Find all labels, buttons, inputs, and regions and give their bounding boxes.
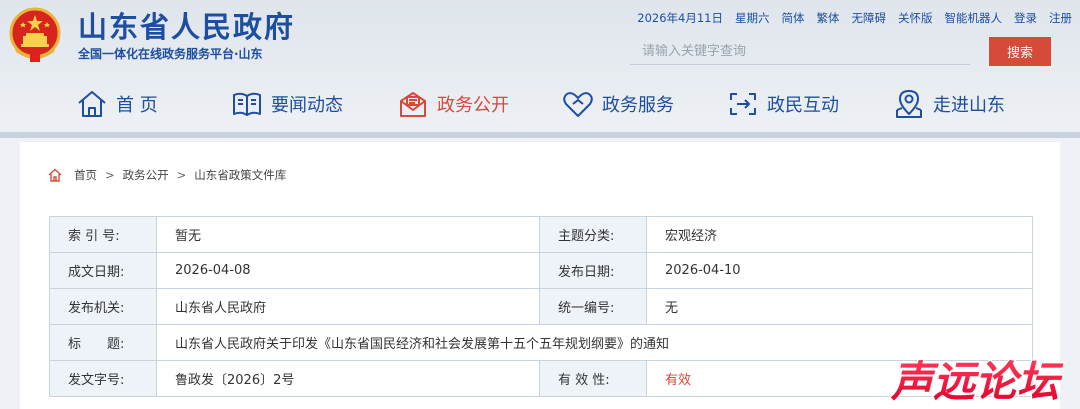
nav-label-news: 要闻动态: [271, 95, 343, 116]
topic-category-value: 宏观经济: [646, 216, 1033, 253]
interact-icon: [730, 93, 756, 115]
heart-icon: [563, 92, 593, 117]
unified-number-label: 统一编号:: [539, 288, 647, 325]
national-emblem-icon[interactable]: [8, 6, 62, 64]
nav-label-services: 政务服务: [602, 95, 674, 116]
nav-item-services[interactable]: 政务服务: [562, 88, 674, 120]
nav-item-home[interactable]: 首 页: [76, 88, 158, 120]
nav-label-about: 走进山东: [933, 95, 1005, 116]
table-row: 索 引 号: 暂无 主题分类: 宏观经济: [49, 216, 1033, 253]
robot-link[interactable]: 智能机器人: [945, 10, 1003, 26]
breadcrumb-separator: >: [105, 168, 115, 182]
login-link[interactable]: 登录: [1014, 10, 1037, 26]
written-date-value: 2026-04-08: [156, 252, 540, 289]
nav-label-interaction: 政民互动: [767, 95, 839, 116]
simplified-link[interactable]: 简体: [782, 10, 805, 26]
nav-item-interaction[interactable]: 政民互动: [727, 88, 839, 120]
issuing-agency-value: 山东省人民政府: [156, 288, 540, 325]
index-number-label: 索 引 号:: [49, 216, 157, 253]
nav-item-about[interactable]: 走进山东: [893, 88, 1005, 120]
publish-date-label: 发布日期:: [539, 252, 647, 289]
main-nav: 首 页 要闻动态 政务公开 政务服务 政民互动 走进山东: [0, 80, 1080, 130]
date-text: 2026年4月11日: [637, 11, 723, 25]
search-input[interactable]: [630, 38, 970, 65]
nav-label-home: 首 页: [116, 95, 158, 116]
written-date-label: 成文日期:: [49, 252, 157, 289]
title-label: 标 题:: [49, 324, 157, 361]
watermark-text: 声远论坛: [890, 357, 1064, 406]
nav-item-gov-affairs[interactable]: 政务公开: [397, 88, 509, 120]
breadcrumb-policy-library[interactable]: 山东省政策文件库: [194, 167, 286, 183]
unified-number-value: 无: [646, 288, 1033, 325]
home-icon: [78, 91, 106, 117]
traditional-link[interactable]: 繁体: [817, 10, 840, 26]
issuing-agency-label: 发布机关:: [49, 288, 157, 325]
site-subtitle: 全国一体化在线政务服务平台·山东: [78, 47, 263, 61]
breadcrumb-separator: >: [176, 168, 187, 182]
accessibility-link[interactable]: 无障碍: [852, 10, 887, 26]
weekday-text: 星期六: [735, 11, 770, 25]
care-mode-link[interactable]: 关怀版: [898, 10, 933, 26]
site-title[interactable]: 山东省人民政府: [78, 4, 295, 46]
table-row: 发布机关: 山东省人民政府 统一编号: 无: [49, 288, 1033, 325]
site-header: 山东省人民政府 全国一体化在线政务服务平台·山东 2026年4月11日 星期六 …: [0, 0, 1080, 138]
topic-category-label: 主题分类:: [539, 216, 647, 253]
breadcrumb-gov-affairs[interactable]: 政务公开: [123, 167, 169, 183]
breadcrumb-home-icon[interactable]: [48, 168, 62, 182]
document-number-value: 鲁政发〔2026〕2号: [156, 360, 540, 397]
search-button[interactable]: 搜索: [989, 37, 1051, 66]
document-number-label: 发文字号:: [49, 360, 157, 397]
breadcrumb: 首页 > 政务公开 > 山东省政策文件库: [48, 167, 286, 183]
topbar: 2026年4月11日 星期六 简体 繁体 无障碍 关怀版 智能机器人 登录 注册: [637, 10, 1072, 26]
register-link[interactable]: 注册: [1049, 10, 1072, 26]
watermark-icon: 声远论坛: [889, 356, 1066, 408]
breadcrumb-home[interactable]: 首页: [74, 167, 97, 183]
index-number-value: 暂无: [156, 216, 540, 253]
publish-date-value: 2026-04-10: [646, 252, 1033, 289]
location-icon: [896, 90, 922, 118]
watermark-logo: 声远论坛: [872, 356, 1078, 408]
nav-item-news[interactable]: 要闻动态: [231, 88, 343, 120]
validity-label: 有 效 性:: [539, 360, 647, 397]
book-icon: [233, 92, 261, 116]
mail-icon: [400, 92, 426, 117]
table-row: 成文日期: 2026-04-08 发布日期: 2026-04-10: [49, 252, 1033, 289]
nav-label-gov-affairs: 政务公开: [437, 95, 509, 116]
